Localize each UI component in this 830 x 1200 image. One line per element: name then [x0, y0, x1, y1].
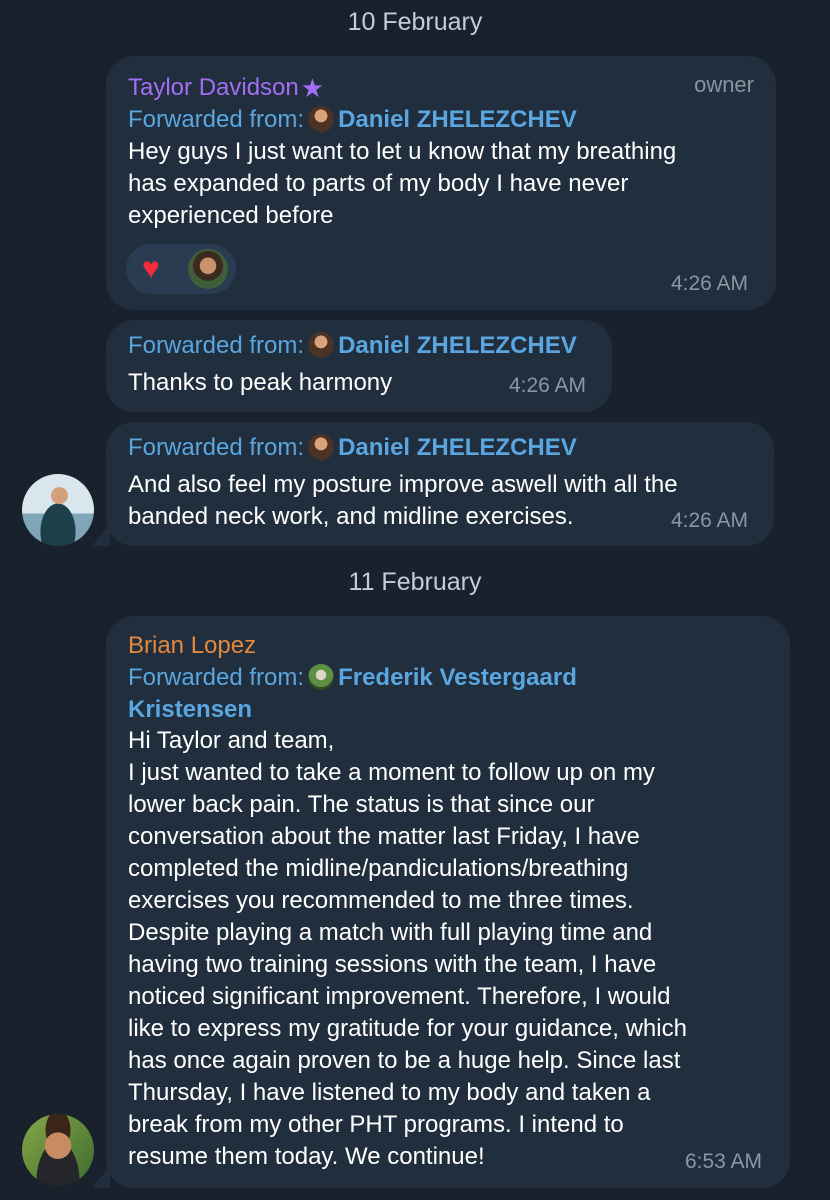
message-text-line: banded neck work, and midline exercises. — [128, 503, 574, 530]
forward-source-name[interactable]: Daniel ZHELEZCHEV — [338, 106, 577, 133]
message-text-line: experienced before — [128, 202, 334, 229]
forward-avatar — [308, 664, 335, 690]
date-separator: 10 February — [347, 8, 483, 36]
message-text-line: Hi Taylor and team, — [128, 727, 335, 754]
sender-name[interactable]: Taylor Davidson — [128, 74, 299, 101]
forward-source-name-cont[interactable]: Kristensen — [128, 694, 252, 726]
message-bubble[interactable]: Forwarded from: Daniel ZHELEZCHEV And als… — [106, 422, 774, 546]
forward-header[interactable]: Forwarded from: Frederik Vestergaard — [128, 662, 577, 694]
reaction-chip[interactable]: ♥ — [126, 244, 236, 294]
date-separator: 11 February — [348, 568, 482, 596]
message-bubble[interactable]: Brian Lopez Forwarded from: Frederik Vest… — [106, 616, 790, 1188]
message-text-line: Thursday, I have listened to my body and… — [128, 1079, 651, 1106]
message-text-line: resume them today. We continue! — [128, 1143, 485, 1170]
message-text-line: has expanded to parts of my body I have … — [128, 170, 629, 197]
message-text-line: break from my other PHT programs. I inte… — [128, 1111, 624, 1138]
star-icon: ★ — [300, 73, 325, 103]
forward-label: Forwarded from: — [128, 434, 305, 461]
message-text-line: Thanks to peak harmony — [128, 369, 393, 396]
message-text-line: having two training sessions with the te… — [128, 951, 657, 978]
forward-avatar — [308, 106, 335, 132]
forward-source-name[interactable]: Daniel ZHELEZCHEV — [338, 434, 577, 461]
message-time: 6:53 AM — [684, 1150, 762, 1173]
bubble-tail — [92, 524, 110, 546]
message-text-line: I just wanted to take a moment to follow… — [128, 759, 655, 786]
reactor-avatar[interactable] — [188, 249, 228, 289]
forward-label: Forwarded from: — [128, 332, 305, 359]
message-text-line: like to express my gratitude for your gu… — [128, 1015, 687, 1042]
sender-avatar[interactable] — [22, 1114, 94, 1186]
message-text-line: completed the midline/pandiculations/bre… — [128, 855, 629, 882]
forward-header[interactable]: Forwarded from: Daniel ZHELEZCHEV — [128, 432, 577, 464]
sender-avatar[interactable] — [22, 474, 94, 546]
forward-avatar — [308, 434, 335, 460]
message-text-line: Despite playing a match with full playin… — [128, 919, 653, 946]
bubble-tail — [92, 1166, 110, 1188]
message-text-line: Hey guys I just want to let u know that … — [128, 138, 677, 165]
message-time: 4:26 AM — [670, 509, 748, 532]
message-text-line: has once again proven to be a huge help.… — [128, 1047, 681, 1074]
message-time: 4:26 AM — [508, 374, 586, 397]
message-text-line: And also feel my posture improve aswell … — [128, 471, 678, 498]
role-badge: owner — [694, 72, 754, 97]
message-text-line: exercises you recommended to me three ti… — [128, 887, 634, 914]
forward-label: Forwarded from: — [128, 664, 305, 691]
chat-view: 10 February Taylor Davidson★ owner Forwa… — [0, 0, 830, 1200]
message-text-line: noticed significant improvement. Therefo… — [128, 983, 671, 1010]
forward-source-name[interactable]: Frederik Vestergaard — [338, 664, 577, 691]
forward-avatar — [308, 332, 335, 358]
message-bubble[interactable]: Forwarded from: Daniel ZHELEZCHEV Thanks … — [106, 320, 612, 412]
heart-icon: ♥ — [142, 252, 160, 285]
message-time: 4:26 AM — [670, 272, 748, 295]
message-text-line: conversation about the matter last Frida… — [128, 823, 640, 850]
message-bubble[interactable]: Taylor Davidson★ owner Forwarded from: Da… — [106, 56, 776, 310]
message-text-line: lower back pain. The status is that sinc… — [128, 791, 595, 818]
sender-name[interactable]: Brian Lopez — [128, 630, 256, 662]
forward-source-name[interactable]: Daniel ZHELEZCHEV — [338, 332, 577, 359]
forward-header[interactable]: Forwarded from: Daniel ZHELEZCHEV — [128, 104, 577, 136]
forward-label: Forwarded from: — [128, 106, 305, 133]
forward-header[interactable]: Forwarded from: Daniel ZHELEZCHEV — [128, 330, 577, 362]
